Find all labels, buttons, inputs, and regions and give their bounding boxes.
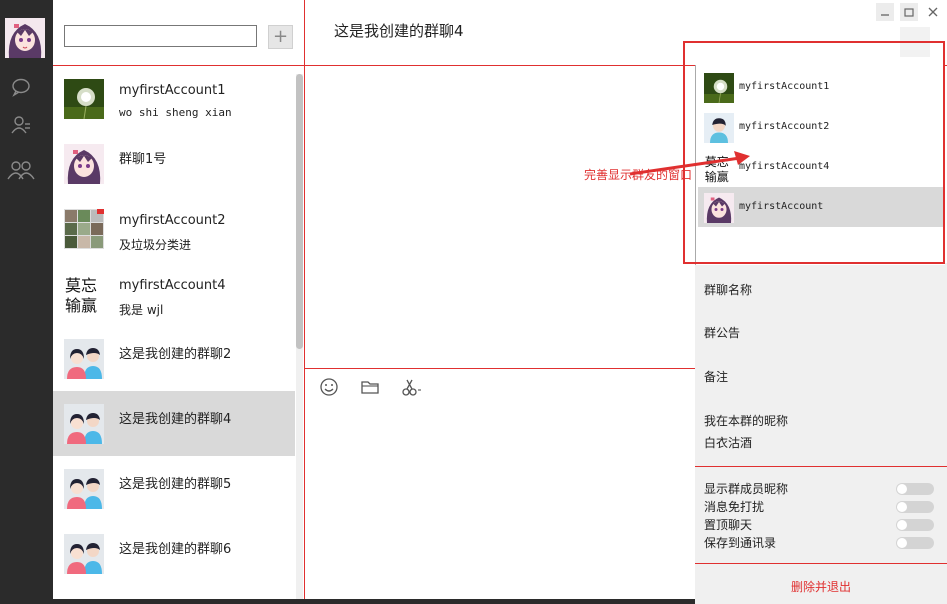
contact-list-item[interactable]: 莫忘 输赢 myfirstAccount4 我是 wjl xyxy=(53,261,295,326)
add-button[interactable]: + xyxy=(268,25,293,49)
search-input[interactable] xyxy=(64,25,257,47)
contact-avatar xyxy=(64,79,104,119)
chat-icon[interactable] xyxy=(10,76,32,98)
minimize-button[interactable] xyxy=(876,3,894,21)
my-avatar[interactable] xyxy=(5,18,45,58)
member-avatar xyxy=(704,113,734,143)
delete-and-exit-button[interactable]: 删除并退出 xyxy=(695,578,947,595)
contact-avatar xyxy=(64,144,104,184)
contact-last-message: 及垃圾分类进 xyxy=(119,238,192,252)
contact-avatar xyxy=(64,209,104,249)
contact-name: 这是我创建的群聊2 xyxy=(119,347,232,362)
toggle-label: 保存到通讯录 xyxy=(704,536,777,550)
group-settings-panel: 群聊名称 群公告 备注 我在本群的昵称 白衣沽酒 显示群成员昵称 消息免打扰置顶聊… xyxy=(695,263,947,604)
emoji-icon[interactable] xyxy=(319,377,339,397)
toggle-label: 显示群成员昵称 xyxy=(704,482,789,496)
member-list-item[interactable]: myfirstAccount1 xyxy=(698,67,944,107)
toggle-knob xyxy=(897,484,907,494)
folder-icon[interactable] xyxy=(360,377,380,397)
close-button[interactable] xyxy=(924,3,942,21)
member-list-item[interactable]: myfirstAccount2 xyxy=(698,107,944,147)
contact-avatar xyxy=(64,339,104,379)
contact-avatar xyxy=(64,469,104,509)
contact-name: 这是我创建的群聊6 xyxy=(119,542,232,557)
contact-list-item[interactable]: myfirstAccount2 及垃圾分类进 xyxy=(53,196,295,261)
contact-avatar xyxy=(64,534,104,574)
contact-name: 群聊1号 xyxy=(119,152,167,167)
toggle-label: 置顶聊天 xyxy=(704,518,753,532)
member-name: myfirstAccount1 xyxy=(739,81,830,92)
maximize-button[interactable] xyxy=(900,3,918,21)
contact-name: 这是我创建的群聊4 xyxy=(119,412,232,427)
toggle-switch[interactable] xyxy=(896,537,934,549)
contact-list-item[interactable]: 这是我创建的群聊5 xyxy=(53,456,295,521)
group-icon[interactable] xyxy=(6,159,36,181)
contact-name: 这是我创建的群聊5 xyxy=(119,477,232,492)
scissors-icon[interactable] xyxy=(401,377,421,397)
contact-last-message: 我是 wjl xyxy=(119,303,164,317)
taskbar-edge xyxy=(0,599,695,604)
panel-divider xyxy=(695,466,947,467)
nickname-label: 我在本群的昵称 xyxy=(704,414,789,428)
annotation-text: 完善显示群友的窗口 xyxy=(584,168,693,182)
toggle-knob xyxy=(897,520,907,530)
member-avatar xyxy=(704,193,734,223)
contact-icon[interactable] xyxy=(10,114,32,136)
contact-list-item[interactable]: 群聊1号 xyxy=(53,131,295,196)
contact-list-scrollbar[interactable] xyxy=(296,74,303,600)
member-name: myfirstAccount xyxy=(739,201,824,212)
contact-last-message: wo shi sheng xian xyxy=(119,106,232,119)
contact-list-item[interactable]: 这是我创建的群聊6 xyxy=(53,521,295,586)
group-remark-label[interactable]: 备注 xyxy=(704,368,728,385)
toggle-switch[interactable] xyxy=(896,501,934,513)
nav-rail xyxy=(0,0,53,604)
toggle-label: 消息免打扰 xyxy=(704,500,765,514)
panel-divider xyxy=(695,563,947,564)
chat-title: 这是我创建的群聊4 xyxy=(334,22,464,40)
svg-text:输赢: 输赢 xyxy=(65,296,97,314)
scrollbar-thumb[interactable] xyxy=(296,74,303,349)
group-notice-label[interactable]: 群公告 xyxy=(704,324,740,341)
toggle-switch[interactable] xyxy=(896,483,934,495)
contact-avatar xyxy=(64,404,104,444)
member-list-item[interactable]: myfirstAccount xyxy=(698,187,944,227)
toggle-switch[interactable] xyxy=(896,519,934,531)
member-avatar xyxy=(704,73,734,103)
group-info-toggle-button[interactable] xyxy=(900,27,930,57)
contact-list-item[interactable]: myfirstAccount1 wo shi sheng xian xyxy=(53,66,295,131)
contact-name: myfirstAccount2 xyxy=(119,213,226,228)
contact-name: myfirstAccount1 xyxy=(119,83,226,98)
member-name: myfirstAccount2 xyxy=(739,121,830,132)
contact-list-item[interactable]: 这是我创建的群聊4 xyxy=(53,391,295,456)
nickname-value[interactable]: 白衣沽酒 xyxy=(704,434,752,451)
chat-input-divider xyxy=(305,368,695,369)
contact-list-item[interactable]: 这是我创建的群聊2 xyxy=(53,326,295,391)
contact-avatar: 莫忘 输赢 xyxy=(64,274,104,314)
contact-name: myfirstAccount4 xyxy=(119,278,226,293)
toggle-knob xyxy=(897,502,907,512)
toggle-knob xyxy=(897,538,907,548)
svg-text:莫忘: 莫忘 xyxy=(65,276,97,295)
group-name-label[interactable]: 群聊名称 xyxy=(704,281,752,298)
